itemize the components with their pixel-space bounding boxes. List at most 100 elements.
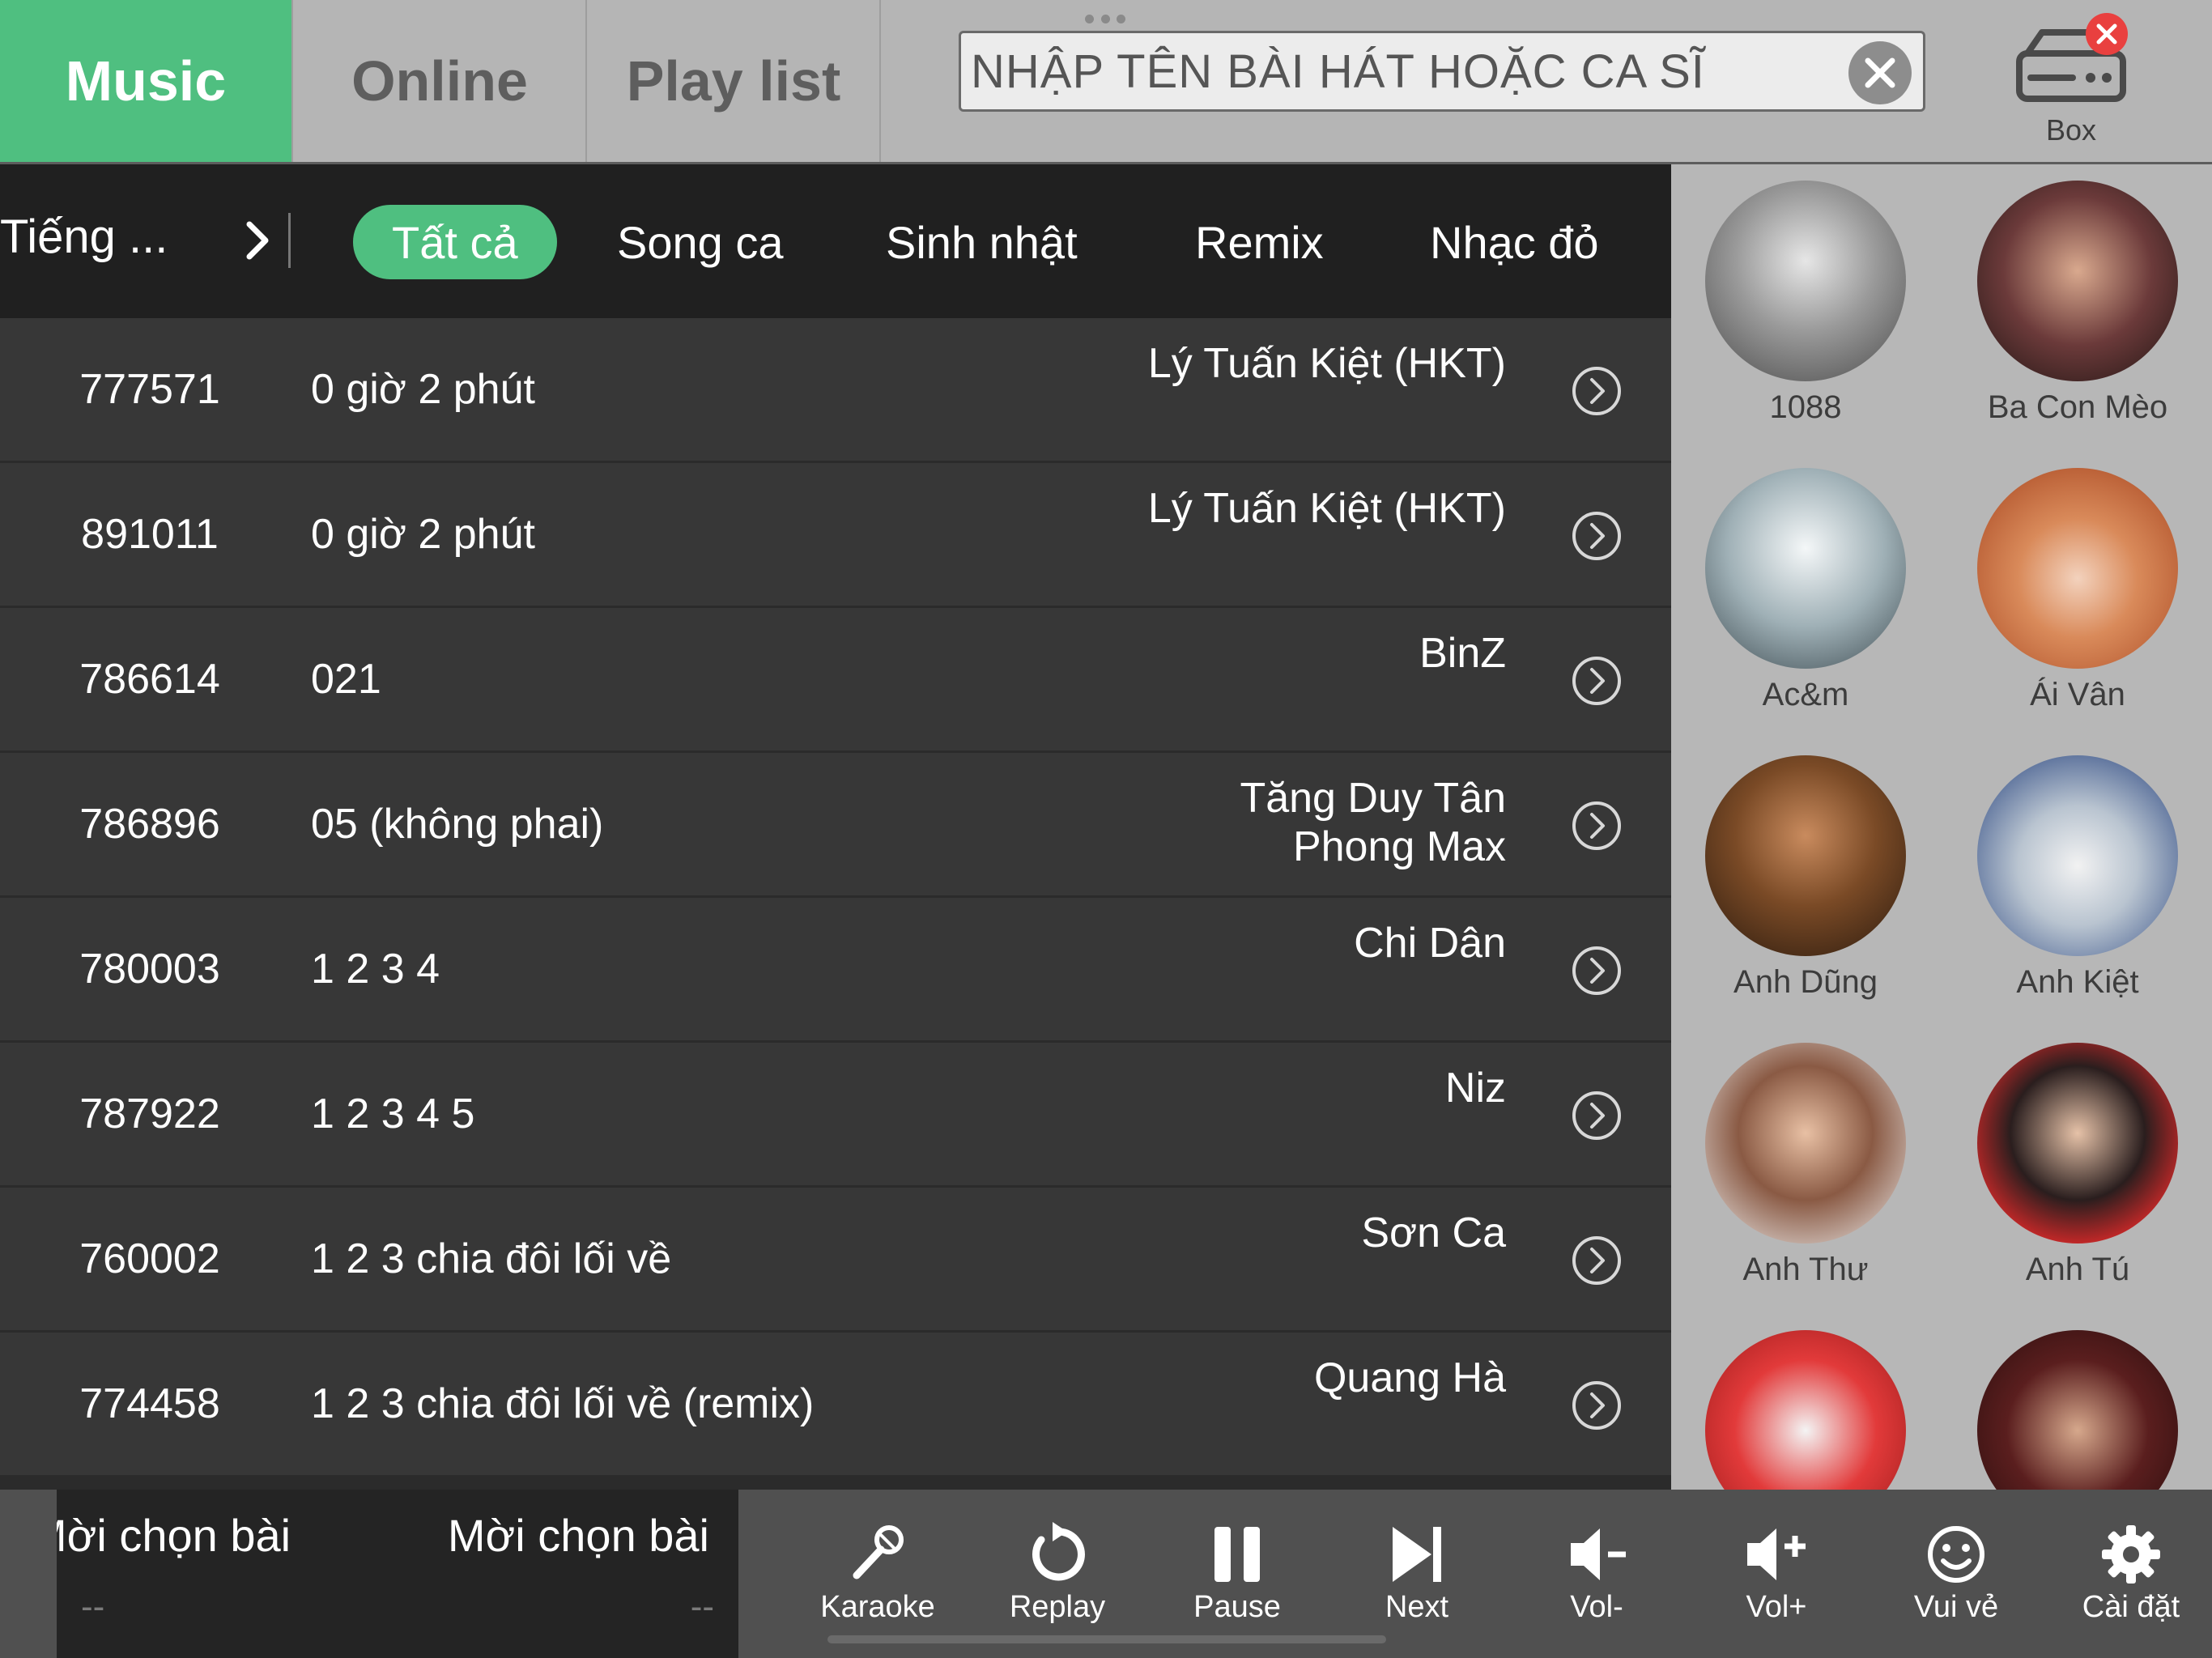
microphone-icon <box>853 1525 904 1579</box>
next-button[interactable]: Next <box>1336 1490 1498 1658</box>
pause-icon <box>1214 1527 1260 1582</box>
pause-label: Pause <box>1193 1590 1281 1624</box>
chevron-circle-right-icon[interactable] <box>1571 1090 1623 1141</box>
singer-avatar <box>1705 181 1906 381</box>
chevron-circle-right-icon[interactable] <box>1571 1235 1623 1286</box>
volume-down-label: Vol- <box>1570 1590 1623 1624</box>
karaoke-label: Karaoke <box>820 1590 935 1624</box>
chevron-circle-right-icon[interactable] <box>1571 510 1623 562</box>
singer-name: Ba Con Mèo <box>1987 389 2168 425</box>
tab-play-list[interactable]: Play list <box>588 0 881 162</box>
category-song-ca[interactable]: Song ca <box>617 205 784 279</box>
song-title: 021 <box>311 656 381 703</box>
song-row[interactable]: 760002 1 2 3 chia đôi lối về Sơn Ca <box>0 1188 1671 1330</box>
window-grip[interactable] <box>1085 15 1125 24</box>
search-input[interactable] <box>971 38 1821 104</box>
chevron-circle-right-icon[interactable] <box>1571 655 1623 707</box>
close-icon[interactable] <box>2084 11 2129 57</box>
singer-card[interactable]: Anh Tú <box>1956 1027 2199 1294</box>
song-row[interactable]: 786896 05 (không phai) Tăng Duy Tân Phon… <box>0 753 1671 895</box>
song-title: 1 2 3 4 5 <box>311 1090 475 1137</box>
song-row[interactable]: 787922 1 2 3 4 5 Niz <box>0 1043 1671 1185</box>
karaoke-button[interactable]: Karaoke <box>797 1490 959 1658</box>
singer-grid[interactable]: 1088 Ba Con Mèo Ac&m Ái Vân Anh Dũng Anh… <box>1671 164 2212 1490</box>
singer-card[interactable] <box>1684 1314 1927 1490</box>
song-artist: Sơn Ca <box>1361 1209 1506 1256</box>
singer-card[interactable]: Ái Vân <box>1956 452 2199 719</box>
bottom-bar: Mời chọn bài Mời chọn bài -- -- Karaoke … <box>0 1490 2212 1658</box>
song-id: 891011 <box>81 511 219 558</box>
song-row[interactable]: 774458 1 2 3 chia đôi lối về (remix) Qua… <box>0 1333 1671 1475</box>
chevron-circle-right-icon[interactable] <box>1571 800 1623 852</box>
song-row[interactable]: 780003 1 2 3 4 Chi Dân <box>0 898 1671 1040</box>
singer-card[interactable] <box>1956 1314 2199 1490</box>
song-row[interactable]: 777571 0 giờ 2 phút Lý Tuấn Kiệt (HKT) <box>0 318 1671 461</box>
language-selector[interactable]: Tiếng ... <box>0 210 168 264</box>
singer-card[interactable]: Ac&m <box>1684 452 1927 719</box>
song-row[interactable]: 891011 0 giờ 2 phút Lý Tuấn Kiệt (HKT) <box>0 463 1671 606</box>
song-title: 05 (không phai) <box>311 801 604 848</box>
singer-name: 1088 <box>1769 389 1842 425</box>
chevron-circle-right-icon[interactable] <box>1571 1380 1623 1431</box>
chevron-right-icon[interactable] <box>240 216 275 265</box>
singer-name: Anh Dũng <box>1733 964 1878 1000</box>
song-list[interactable]: 777571 0 giờ 2 phút Lý Tuấn Kiệt (HKT) 8… <box>0 318 1671 1490</box>
singer-card[interactable]: Ba Con Mèo <box>1956 164 2199 432</box>
category-tat-ca[interactable]: Tất cả <box>353 205 557 279</box>
singer-avatar <box>1977 755 2178 956</box>
song-title: 1 2 3 4 <box>311 946 440 993</box>
clear-search-button[interactable] <box>1848 41 1912 104</box>
singer-name: Anh Thư <box>1742 1252 1869 1287</box>
song-id: 777571 <box>79 366 220 413</box>
singer-avatar <box>1977 1043 2178 1244</box>
box-label: Box <box>2045 113 2097 147</box>
happy-label: Vui vẻ <box>1913 1590 1999 1624</box>
song-id: 787922 <box>79 1090 220 1137</box>
singer-card[interactable]: Anh Dũng <box>1684 739 1927 1006</box>
volume-up-button[interactable]: Vol+ <box>1695 1490 1857 1658</box>
next-song: Mời chọn bài <box>447 1510 709 1561</box>
now-playing-panel[interactable]: Mời chọn bài Mời chọn bài -- -- <box>57 1490 738 1658</box>
singer-name: Anh Tú <box>2025 1252 2130 1287</box>
singer-avatar <box>1977 1330 2178 1490</box>
tab-online[interactable]: Online <box>294 0 587 162</box>
chevron-circle-right-icon[interactable] <box>1571 365 1623 417</box>
singer-avatar <box>1705 1330 1906 1490</box>
skip-next-icon <box>1393 1527 1441 1582</box>
song-row[interactable]: 786614 021 BinZ <box>0 608 1671 750</box>
song-artist: Niz <box>1444 1065 1506 1112</box>
replay-button[interactable]: Replay <box>976 1490 1138 1658</box>
song-id: 780003 <box>79 946 220 993</box>
volume-down-button[interactable]: Vol- <box>1516 1490 1678 1658</box>
close-icon <box>1865 57 1895 88</box>
singer-name: Ái Vân <box>2030 677 2125 712</box>
next-label: Next <box>1385 1590 1449 1624</box>
category-bar: Tiếng ... Tất cả Song ca Sinh nhật Remix… <box>0 164 1671 318</box>
settings-button[interactable]: Cài đặt <box>2050 1490 2212 1658</box>
singer-card[interactable]: Anh Thư <box>1684 1027 1927 1294</box>
song-artist: BinZ <box>1419 630 1506 677</box>
category-sinh-nhat[interactable]: Sinh nhật <box>886 205 1078 279</box>
category-remix[interactable]: Remix <box>1195 205 1324 279</box>
song-id: 760002 <box>79 1235 220 1282</box>
category-nhac-do[interactable]: Nhạc đỏ <box>1430 205 1599 279</box>
chevron-circle-right-icon[interactable] <box>1571 945 1623 997</box>
pause-button[interactable]: Pause <box>1156 1490 1318 1658</box>
singer-card[interactable]: 1088 <box>1684 164 1927 432</box>
settings-label: Cài đặt <box>2082 1590 2180 1624</box>
home-indicator[interactable] <box>827 1635 1386 1643</box>
singer-avatar <box>1977 181 2178 381</box>
next-song-artist: -- <box>690 1587 714 1626</box>
song-artist: Chi Dân <box>1354 920 1506 967</box>
search-box <box>959 31 1925 112</box>
song-title: 0 giờ 2 phút <box>311 366 535 413</box>
song-title: 1 2 3 chia đôi lối về <box>311 1235 672 1282</box>
gear-icon <box>2102 1525 2160 1584</box>
singer-card[interactable]: Anh Kiệt <box>1956 739 2199 1006</box>
smiley-icon <box>1928 1526 1984 1583</box>
singer-name: Anh Kiệt <box>2016 964 2139 1000</box>
tab-music[interactable]: Music <box>0 0 293 162</box>
happy-button[interactable]: Vui vẻ <box>1875 1490 2037 1658</box>
box-button[interactable]: Box <box>2006 11 2136 149</box>
song-id: 786896 <box>79 801 220 848</box>
